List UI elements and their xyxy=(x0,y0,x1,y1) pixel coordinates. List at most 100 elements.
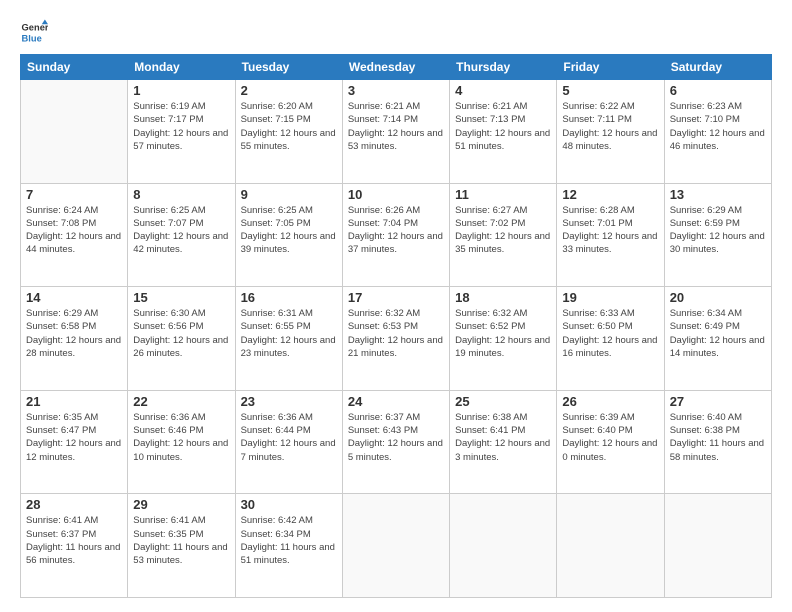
day-cell: 13 Sunrise: 6:29 AMSunset: 6:59 PMDayligh… xyxy=(664,183,771,287)
day-number: 14 xyxy=(26,290,122,305)
logo-icon: General Blue xyxy=(20,18,48,46)
day-number: 6 xyxy=(670,83,766,98)
day-cell: 14 Sunrise: 6:29 AMSunset: 6:58 PMDayligh… xyxy=(21,287,128,391)
day-cell: 21 Sunrise: 6:35 AMSunset: 6:47 PMDayligh… xyxy=(21,390,128,494)
day-info: Sunrise: 6:39 AMSunset: 6:40 PMDaylight:… xyxy=(562,411,658,464)
week-row-2: 7Sunrise: 6:24 AMSunset: 7:08 PMDaylight… xyxy=(21,183,772,287)
day-cell: 18 Sunrise: 6:32 AMSunset: 6:52 PMDayligh… xyxy=(450,287,557,391)
day-info: Sunrise: 6:20 AMSunset: 7:15 PMDaylight:… xyxy=(241,100,337,153)
day-info: Sunrise: 6:21 AMSunset: 7:14 PMDaylight:… xyxy=(348,100,444,153)
day-info: Sunrise: 6:29 AMSunset: 6:58 PMDaylight:… xyxy=(26,307,122,360)
day-info: Sunrise: 6:41 AMSunset: 6:35 PMDaylight:… xyxy=(133,514,229,567)
day-number: 21 xyxy=(26,394,122,409)
day-info: Sunrise: 6:35 AMSunset: 6:47 PMDaylight:… xyxy=(26,411,122,464)
day-cell: 10 Sunrise: 6:26 AMSunset: 7:04 PMDayligh… xyxy=(342,183,449,287)
day-cell xyxy=(557,494,664,598)
week-row-3: 14 Sunrise: 6:29 AMSunset: 6:58 PMDayligh… xyxy=(21,287,772,391)
day-info: Sunrise: 6:36 AMSunset: 6:44 PMDaylight:… xyxy=(241,411,337,464)
day-cell: 30 Sunrise: 6:42 AMSunset: 6:34 PMDayligh… xyxy=(235,494,342,598)
day-cell: 5Sunrise: 6:22 AMSunset: 7:11 PMDaylight… xyxy=(557,80,664,184)
day-number: 22 xyxy=(133,394,229,409)
day-info: Sunrise: 6:27 AMSunset: 7:02 PMDaylight:… xyxy=(455,204,551,257)
day-cell: 9 Sunrise: 6:25 AMSunset: 7:05 PMDaylight… xyxy=(235,183,342,287)
week-row-4: 21 Sunrise: 6:35 AMSunset: 6:47 PMDayligh… xyxy=(21,390,772,494)
day-cell: 1 Sunrise: 6:19 AMSunset: 7:17 PMDaylight… xyxy=(128,80,235,184)
day-number: 30 xyxy=(241,497,337,512)
week-row-1: 1 Sunrise: 6:19 AMSunset: 7:17 PMDaylight… xyxy=(21,80,772,184)
day-cell: 25Sunrise: 6:38 AMSunset: 6:41 PMDayligh… xyxy=(450,390,557,494)
day-number: 19 xyxy=(562,290,658,305)
day-number: 9 xyxy=(241,187,337,202)
day-number: 3 xyxy=(348,83,444,98)
day-number: 27 xyxy=(670,394,766,409)
page: General Blue SundayMondayTuesdayWednesda… xyxy=(0,0,792,612)
day-cell: 29 Sunrise: 6:41 AMSunset: 6:35 PMDayligh… xyxy=(128,494,235,598)
day-number: 1 xyxy=(133,83,229,98)
day-cell: 22 Sunrise: 6:36 AMSunset: 6:46 PMDayligh… xyxy=(128,390,235,494)
day-number: 4 xyxy=(455,83,551,98)
day-number: 10 xyxy=(348,187,444,202)
col-header-monday: Monday xyxy=(128,55,235,80)
day-info: Sunrise: 6:36 AMSunset: 6:46 PMDaylight:… xyxy=(133,411,229,464)
day-info: Sunrise: 6:37 AMSunset: 6:43 PMDaylight:… xyxy=(348,411,444,464)
col-header-thursday: Thursday xyxy=(450,55,557,80)
day-info: Sunrise: 6:32 AMSunset: 6:53 PMDaylight:… xyxy=(348,307,444,360)
day-number: 8 xyxy=(133,187,229,202)
day-info: Sunrise: 6:38 AMSunset: 6:41 PMDaylight:… xyxy=(455,411,551,464)
day-number: 15 xyxy=(133,290,229,305)
day-cell: 12 Sunrise: 6:28 AMSunset: 7:01 PMDayligh… xyxy=(557,183,664,287)
day-number: 12 xyxy=(562,187,658,202)
day-cell: 24 Sunrise: 6:37 AMSunset: 6:43 PMDayligh… xyxy=(342,390,449,494)
day-cell: 27 Sunrise: 6:40 AMSunset: 6:38 PMDayligh… xyxy=(664,390,771,494)
day-cell: 3 Sunrise: 6:21 AMSunset: 7:14 PMDaylight… xyxy=(342,80,449,184)
day-info: Sunrise: 6:42 AMSunset: 6:34 PMDaylight:… xyxy=(241,514,337,567)
day-cell: 16Sunrise: 6:31 AMSunset: 6:55 PMDayligh… xyxy=(235,287,342,391)
day-info: Sunrise: 6:25 AMSunset: 7:07 PMDaylight:… xyxy=(133,204,229,257)
day-cell: 26 Sunrise: 6:39 AMSunset: 6:40 PMDayligh… xyxy=(557,390,664,494)
day-info: Sunrise: 6:22 AMSunset: 7:11 PMDaylight:… xyxy=(562,100,658,153)
day-number: 18 xyxy=(455,290,551,305)
day-cell: 19 Sunrise: 6:33 AMSunset: 6:50 PMDayligh… xyxy=(557,287,664,391)
day-number: 11 xyxy=(455,187,551,202)
day-cell xyxy=(664,494,771,598)
day-cell: 4 Sunrise: 6:21 AMSunset: 7:13 PMDaylight… xyxy=(450,80,557,184)
day-info: Sunrise: 6:21 AMSunset: 7:13 PMDaylight:… xyxy=(455,100,551,153)
day-info: Sunrise: 6:24 AMSunset: 7:08 PMDaylight:… xyxy=(26,204,122,257)
day-cell xyxy=(450,494,557,598)
day-cell xyxy=(342,494,449,598)
day-cell: 15Sunrise: 6:30 AMSunset: 6:56 PMDayligh… xyxy=(128,287,235,391)
day-number: 26 xyxy=(562,394,658,409)
day-number: 29 xyxy=(133,497,229,512)
svg-text:Blue: Blue xyxy=(22,33,42,43)
day-info: Sunrise: 6:31 AMSunset: 6:55 PMDaylight:… xyxy=(241,307,337,360)
day-info: Sunrise: 6:28 AMSunset: 7:01 PMDaylight:… xyxy=(562,204,658,257)
col-header-tuesday: Tuesday xyxy=(235,55,342,80)
day-info: Sunrise: 6:25 AMSunset: 7:05 PMDaylight:… xyxy=(241,204,337,257)
day-info: Sunrise: 6:26 AMSunset: 7:04 PMDaylight:… xyxy=(348,204,444,257)
day-info: Sunrise: 6:29 AMSunset: 6:59 PMDaylight:… xyxy=(670,204,766,257)
day-number: 24 xyxy=(348,394,444,409)
day-info: Sunrise: 6:40 AMSunset: 6:38 PMDaylight:… xyxy=(670,411,766,464)
day-info: Sunrise: 6:34 AMSunset: 6:49 PMDaylight:… xyxy=(670,307,766,360)
day-info: Sunrise: 6:32 AMSunset: 6:52 PMDaylight:… xyxy=(455,307,551,360)
day-cell: 2 Sunrise: 6:20 AMSunset: 7:15 PMDaylight… xyxy=(235,80,342,184)
col-header-saturday: Saturday xyxy=(664,55,771,80)
day-cell: 6 Sunrise: 6:23 AMSunset: 7:10 PMDaylight… xyxy=(664,80,771,184)
logo: General Blue xyxy=(20,18,52,46)
day-cell: 7Sunrise: 6:24 AMSunset: 7:08 PMDaylight… xyxy=(21,183,128,287)
day-cell xyxy=(21,80,128,184)
header: General Blue xyxy=(20,18,772,46)
day-cell: 23Sunrise: 6:36 AMSunset: 6:44 PMDayligh… xyxy=(235,390,342,494)
day-number: 13 xyxy=(670,187,766,202)
day-info: Sunrise: 6:23 AMSunset: 7:10 PMDaylight:… xyxy=(670,100,766,153)
day-cell: 20 Sunrise: 6:34 AMSunset: 6:49 PMDayligh… xyxy=(664,287,771,391)
col-header-friday: Friday xyxy=(557,55,664,80)
calendar-table: SundayMondayTuesdayWednesdayThursdayFrid… xyxy=(20,54,772,598)
day-number: 20 xyxy=(670,290,766,305)
day-info: Sunrise: 6:19 AMSunset: 7:17 PMDaylight:… xyxy=(133,100,229,153)
col-header-sunday: Sunday xyxy=(21,55,128,80)
day-number: 2 xyxy=(241,83,337,98)
day-number: 17 xyxy=(348,290,444,305)
day-info: Sunrise: 6:33 AMSunset: 6:50 PMDaylight:… xyxy=(562,307,658,360)
day-cell: 28Sunrise: 6:41 AMSunset: 6:37 PMDayligh… xyxy=(21,494,128,598)
